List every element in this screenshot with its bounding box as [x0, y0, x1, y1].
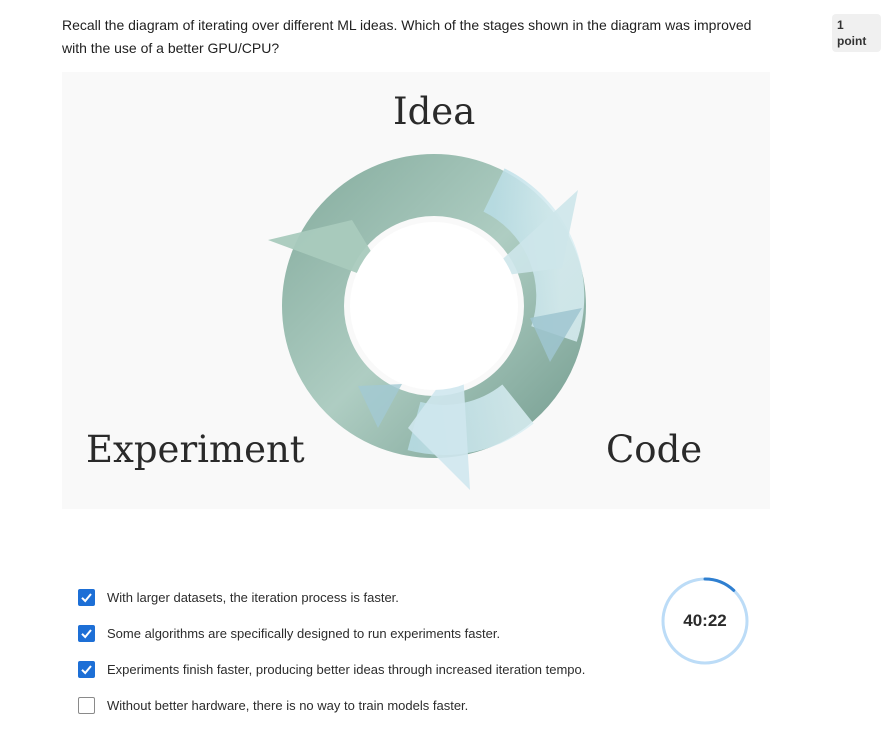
code-label: Code [606, 428, 703, 471]
experiment-label: Experiment [86, 428, 305, 471]
idea-label: Idea [393, 90, 476, 133]
option-label: Without better hardware, there is no way… [107, 697, 469, 713]
option-1[interactable]: With larger datasets, the iteration proc… [78, 586, 638, 608]
iteration-diagram: Idea Experiment Code [62, 72, 770, 509]
question-text: Recall the diagram of iterating over dif… [62, 17, 752, 56]
checkbox-unchecked-icon[interactable] [78, 696, 95, 714]
checkbox-checked-icon[interactable] [78, 660, 95, 678]
checkmark-icon [81, 628, 92, 638]
option-label: Experiments finish faster, producing bet… [107, 661, 586, 677]
option-2[interactable]: Some algorithms are specifically designe… [78, 622, 638, 644]
option-label: Some algorithms are specifically designe… [107, 625, 501, 641]
checkmark-icon [81, 664, 92, 674]
timer-text: 40:22 [683, 611, 727, 630]
option-label: With larger datasets, the iteration proc… [107, 589, 399, 605]
checkmark-icon [81, 592, 92, 602]
option-4[interactable]: Without better hardware, there is no way… [78, 694, 638, 716]
points-badge: 1 point [832, 14, 881, 52]
checkbox-checked-icon[interactable] [78, 588, 95, 606]
countdown-timer: 40:22 [661, 575, 749, 667]
option-3[interactable]: Experiments finish faster, producing bet… [78, 658, 638, 680]
checkbox-checked-icon[interactable] [78, 624, 95, 642]
